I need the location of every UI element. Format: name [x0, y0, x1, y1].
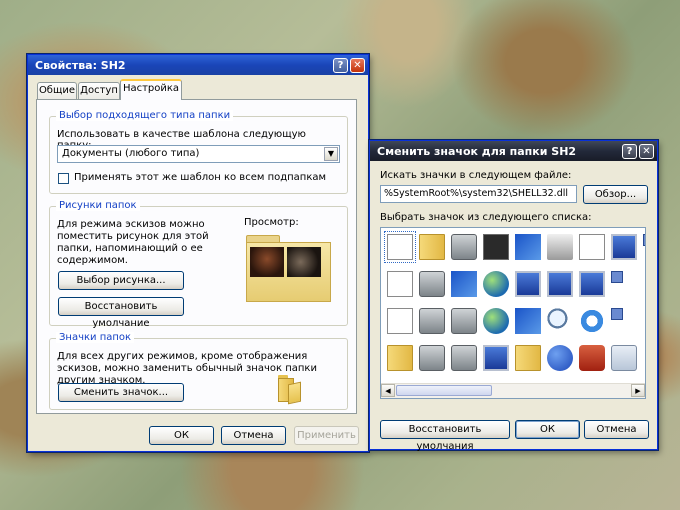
button-label: ОК [174, 430, 189, 441]
search-file-label: Искать значки в следующем файле: [380, 170, 572, 181]
button-label: Применить [297, 430, 356, 441]
drive-green-icon[interactable] [451, 345, 477, 371]
group-title: Рисунки папок [56, 200, 140, 211]
button-label: Отмена [233, 430, 274, 441]
preview-folder-thumbnail [246, 235, 331, 303]
remote-computer-icon[interactable] [547, 271, 573, 297]
window-title: Сменить значок для папки SH2 [377, 144, 577, 158]
ok-button[interactable]: ОК [515, 420, 580, 439]
drive-icon[interactable] [451, 234, 477, 260]
thumbnail-picture-1 [250, 247, 284, 277]
button-label: Восстановить умолчание [84, 301, 158, 329]
folder-icons-group: Значки папок Для всех других режимов, кр… [49, 332, 348, 410]
help-icon[interactable]: ? [333, 57, 348, 73]
memory-chip-icon[interactable] [483, 234, 509, 260]
apply-button[interactable]: Применить [294, 426, 359, 445]
button-label: Сменить значок... [73, 387, 169, 398]
folder-plain-icon[interactable] [515, 345, 541, 371]
network-icon[interactable] [515, 234, 541, 260]
file-path-value: %SystemRoot%\system32\SHELL32.dll [384, 188, 569, 199]
default-document-icon[interactable] [384, 231, 416, 263]
close-icon[interactable]: ✕ [350, 57, 365, 73]
choose-picture-button[interactable]: Выбор рисунка... [58, 271, 184, 290]
properties-icon[interactable] [387, 308, 413, 334]
group-title: Значки папок [56, 332, 135, 343]
window-title: Свойства: SH2 [35, 58, 126, 72]
group-title: Выбор подходящего типа папки [56, 110, 234, 121]
change-icon-window: Сменить значок для папки SH2 ? ✕ Искать … [369, 140, 658, 452]
text-document-icon[interactable] [387, 271, 413, 297]
search-icon[interactable] [547, 308, 573, 334]
chevron-down-icon[interactable]: ▼ [324, 147, 338, 161]
recycle-bin-icon[interactable] [611, 345, 637, 371]
globe-network-icon[interactable] [483, 271, 509, 297]
tab-general[interactable]: Общие [37, 82, 77, 99]
tab-panel: Выбор подходящего типа папки Использоват… [36, 99, 357, 414]
drive-dark-icon[interactable] [419, 271, 445, 297]
screen-icon[interactable] [611, 234, 637, 260]
cancel-button[interactable]: Отмена [221, 426, 286, 445]
tab-sharing[interactable]: Доступ [78, 82, 120, 99]
preview-label: Просмотр: [244, 217, 299, 228]
printer-icon[interactable] [547, 234, 573, 260]
restore-defaults-button[interactable]: Восстановить умолчания [380, 420, 510, 452]
close-icon[interactable]: ✕ [639, 143, 654, 159]
icon-list-label: Выбрать значок из следующего списка: [380, 212, 592, 223]
change-icon-button[interactable]: Сменить значок... [58, 383, 184, 402]
disconnected-drive-icon[interactable] [451, 308, 477, 334]
restore-default-picture-button[interactable]: Восстановить умолчание [58, 297, 184, 329]
help-icon[interactable] [547, 345, 573, 371]
network-computers-icon[interactable] [515, 271, 541, 297]
tab-label: Настройка [122, 83, 180, 94]
title-bar[interactable]: Сменить значок для папки SH2 ? ✕ [370, 141, 657, 161]
icon-list[interactable]: ◀ ▶ [380, 227, 646, 399]
folder-type-group: Выбор подходящего типа папки Использоват… [49, 110, 348, 194]
button-label: Обзор... [594, 189, 637, 200]
computer-network-icon[interactable] [483, 345, 509, 371]
network-drive-icon[interactable] [451, 271, 477, 297]
button-label: Выбор рисунка... [76, 275, 166, 286]
tab-label: Доступ [80, 85, 118, 96]
file-path-input[interactable]: %SystemRoot%\system32\SHELL32.dll [380, 185, 577, 203]
monitor-icon[interactable] [579, 271, 605, 297]
scroll-left-icon[interactable]: ◀ [381, 384, 395, 397]
clock-small-icon[interactable] [611, 308, 623, 320]
tiles-icon[interactable] [515, 308, 541, 334]
button-label: Отмена [596, 424, 637, 435]
clock-document-icon[interactable] [579, 234, 605, 260]
button-label: Восстановить умолчания [408, 424, 482, 452]
tab-label: Общие [38, 85, 76, 96]
ok-button[interactable]: ОК [149, 426, 214, 445]
globe-icon[interactable] [483, 308, 509, 334]
pictures-description: Для режима эскизов можно поместить рисун… [57, 219, 209, 266]
small-app-icon[interactable] [643, 234, 645, 246]
shutdown-icon[interactable] [579, 345, 605, 371]
apply-all-checkbox[interactable] [58, 173, 69, 184]
browse-button[interactable]: Обзор... [583, 185, 648, 204]
tab-customize[interactable]: Настройка [120, 79, 182, 100]
pictures-group: Рисунки папок Для режима эскизов можно п… [49, 200, 348, 329]
icon-grid [381, 228, 645, 384]
properties-window: Свойства: SH2 ? ✕ Общие Доступ Настройка… [27, 54, 369, 452]
apply-all-label: Применять этот же шаблон ко всем подпапк… [74, 172, 327, 183]
scroll-right-icon[interactable]: ▶ [631, 384, 645, 397]
shortcut-small-icon[interactable] [611, 271, 623, 283]
scroll-thumb[interactable] [396, 385, 492, 396]
folder-icon [278, 375, 302, 405]
media-drive-icon[interactable] [419, 308, 445, 334]
title-bar[interactable]: Свойства: SH2 ? ✕ [28, 55, 368, 75]
thumbnail-picture-2 [287, 247, 321, 277]
refresh-icon[interactable] [579, 308, 605, 334]
folder-yellow-icon[interactable] [387, 345, 413, 371]
help-icon[interactable]: ? [622, 143, 637, 159]
horizontal-scrollbar[interactable]: ◀ ▶ [381, 383, 645, 398]
template-select[interactable]: Документы (любого типа) ▼ [57, 145, 340, 163]
template-select-value: Документы (любого типа) [62, 148, 200, 159]
folder-icon[interactable] [419, 234, 445, 260]
drive-grey-icon[interactable] [419, 345, 445, 371]
button-label: ОК [540, 424, 555, 435]
cancel-button[interactable]: Отмена [584, 420, 649, 439]
